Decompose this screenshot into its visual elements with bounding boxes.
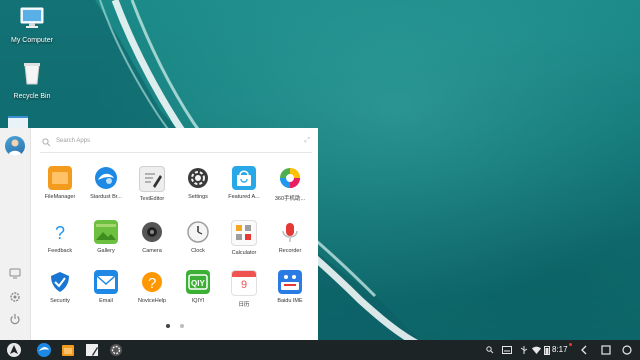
app-feedback[interactable]: ? Feedback [38,220,82,254]
calendar-day: 9 [240,279,248,291]
browser-icon[interactable] [36,342,52,358]
search-input[interactable]: Search Apps [56,138,90,144]
back-icon[interactable] [580,345,588,355]
app-security[interactable]: Security [38,270,82,304]
camera-icon [140,220,164,244]
app-texteditor[interactable]: TextEditor [130,166,174,202]
monitor-icon [20,7,44,28]
app-label: Security [50,298,70,304]
app-calculator[interactable]: Calculator [222,220,266,256]
app-label: Email [99,298,113,304]
app-label: 日历 [238,302,250,308]
app-label: FileManager [44,194,76,200]
shield-icon [48,270,72,294]
app-label: Baidu IME [277,298,303,304]
app-iqiyi[interactable]: QIY IQIYI [176,270,220,304]
page-dot[interactable] [180,324,184,328]
keyboard-icon[interactable] [502,346,512,354]
expand-icon[interactable]: ⤢ [304,137,310,145]
app-gallery[interactable]: Gallery [84,220,128,254]
search-bar[interactable]: Search Apps ⤢ [40,134,312,153]
start-menu-sidebar [0,128,31,340]
app-label: NoviceHelp [137,298,167,304]
shopping-bag-icon [232,166,256,190]
app-label: Feedback [47,248,73,254]
app-360-assistant[interactable]: 360手机助... [268,166,312,202]
text-editor-icon [139,166,165,192]
app-camera[interactable]: Camera [130,220,174,254]
app-label: Clock [191,248,205,254]
taskbar: 8:17 [0,340,640,360]
battery-icon [544,346,550,355]
calendar-icon: 9 [231,270,257,296]
trash-icon [24,63,40,85]
start-menu-main: Search Apps ⤢ FileManager Stardust Br...… [30,128,318,340]
svg-text:QIY: QIY [191,279,205,288]
calculator-icon [231,220,257,246]
app-label: Camera [142,248,162,254]
recorder-icon [278,220,302,244]
desktop-icon-label: My Computer [10,37,53,44]
help-icon: ? [140,270,164,294]
clock[interactable]: 8:17 [552,345,568,354]
svg-text:?: ? [55,223,65,243]
app-stardust-browser[interactable]: Stardust Br... [84,166,128,200]
wifi-icon[interactable] [532,346,541,354]
app-settings[interactable]: Settings [176,166,220,200]
app-label: Stardust Br... [90,194,122,200]
power-icon[interactable] [8,312,22,326]
baidu-ime-icon [278,270,302,294]
settings-gear-icon[interactable] [108,342,124,358]
app-label: TextEditor [139,196,165,202]
desktop-icon-my-computer[interactable]: My Computer [0,6,64,44]
folder-icon [48,166,72,190]
app-recorder[interactable]: Recorder [268,220,312,254]
page-dot-active[interactable] [166,324,170,328]
globe-browser-icon [94,166,118,190]
home-icon[interactable] [622,345,632,355]
search-icon [42,138,51,147]
settings-gear-icon [186,166,210,190]
app-novicehelp[interactable]: ? NoviceHelp [130,270,174,304]
search-icon[interactable] [486,346,494,354]
app-email[interactable]: Email [84,270,128,304]
app-baidu-ime[interactable]: Baidu IME [268,270,312,304]
folder-icon[interactable] [60,342,76,358]
avatar[interactable] [5,136,25,156]
start-menu: Search Apps ⤢ FileManager Stardust Br...… [0,128,318,340]
app-label: IQIYI [191,298,205,304]
app-filemanager[interactable]: FileManager [38,166,82,200]
gallery-icon [94,220,118,244]
notification-icon[interactable] [569,343,572,346]
screen-icon[interactable] [8,266,22,280]
iqiyi-icon: QIY [186,270,210,294]
desktop-icon-recycle-bin[interactable]: Recycle Bin [0,60,64,100]
app-label: Settings [188,194,208,200]
app-label: Gallery [97,248,115,254]
app-label: Featured A... [228,194,260,200]
desktop-icon-label: Recycle Bin [13,93,51,100]
question-icon: ? [48,220,72,244]
app-featured-apps[interactable]: Featured A... [222,166,266,200]
app-label: Calculator [231,250,257,256]
recents-icon[interactable] [601,345,611,355]
app-label: Recorder [278,248,302,254]
usb-icon[interactable] [520,346,528,354]
settings-gear-icon[interactable] [8,290,22,304]
text-editor-icon[interactable] [84,342,100,358]
start-icon[interactable] [6,342,22,358]
clock-icon [186,220,210,244]
app-clock[interactable]: Clock [176,220,220,254]
svg-text:?: ? [148,275,156,292]
app-calendar[interactable]: 9 日历 [222,270,266,308]
app-label: 360手机助... [274,196,306,202]
email-icon [94,270,118,294]
color-wheel-icon [278,166,302,190]
